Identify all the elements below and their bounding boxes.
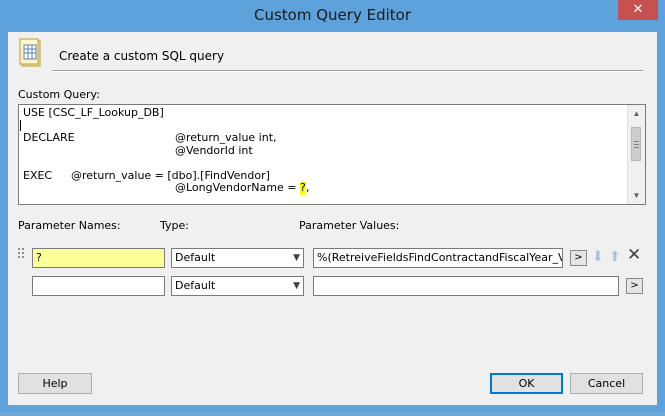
sql-script-icon (19, 38, 41, 67)
browse-value-button[interactable]: > (626, 278, 643, 294)
close-icon: ✕ (632, 2, 644, 17)
parameter-name-input[interactable]: ? (32, 248, 165, 268)
parameter-type-value: Default (175, 279, 216, 292)
parameter-name-input[interactable] (32, 276, 165, 296)
query-parameter-placeholder: ? (300, 181, 306, 195)
scroll-up-icon[interactable]: ▲ (628, 105, 645, 122)
browse-value-button[interactable]: > (570, 250, 587, 266)
close-button[interactable]: ✕ (618, 0, 658, 20)
ok-button[interactable]: OK (490, 373, 563, 394)
query-text-segment: @LongVendorName = (175, 181, 300, 194)
parameter-type-select[interactable]: Default ▼ (171, 248, 304, 268)
parameter-names-label: Parameter Names: (18, 219, 121, 232)
header-divider (52, 70, 643, 72)
custom-query-editor[interactable]: USE [CSC_LF_Lookup_DB] DECLARE @return_val… (18, 104, 646, 205)
query-text-segment: EXEC (23, 168, 53, 182)
arrow-up-icon[interactable]: ⬆ (609, 249, 621, 265)
cancel-button[interactable]: Cancel (570, 373, 643, 394)
dialog-window: Custom Query Editor ✕ Create a custom SQ… (0, 0, 665, 412)
help-button[interactable]: Help (18, 373, 92, 394)
close-icon[interactable]: ✕ (627, 247, 641, 264)
query-text-segment: USE [CSC_LF_Lookup_DB] (23, 106, 164, 119)
scroll-down-icon[interactable]: ▼ (628, 187, 645, 204)
title-bar[interactable]: Custom Query Editor ✕ (0, 0, 665, 32)
arrow-down-icon[interactable]: ⬇ (592, 249, 604, 265)
parameter-values-label: Parameter Values: (299, 219, 400, 232)
query-scrollbar[interactable]: ▲ ▼ (627, 105, 645, 204)
query-text-segment: @VendorId int (175, 143, 253, 157)
parameter-type-value: Default (175, 251, 216, 264)
parameter-value-input[interactable]: %(RetreiveFieldsFindContractandFiscalYea… (313, 248, 563, 268)
text-caret (20, 120, 21, 131)
query-text-segment: , (306, 181, 310, 194)
parameter-value-input[interactable] (313, 276, 619, 296)
chevron-down-icon: ▼ (293, 253, 300, 263)
query-text-segment: DECLARE (23, 131, 75, 144)
scroll-thumb[interactable] (631, 127, 641, 161)
parameter-type-select[interactable]: Default ▼ (171, 276, 304, 296)
custom-query-label: Custom Query: (18, 88, 100, 101)
header-text: Create a custom SQL query (59, 49, 225, 63)
dialog-content: Create a custom SQL query Custom Query: … (8, 32, 657, 405)
chevron-down-icon: ▼ (293, 281, 300, 291)
type-label: Type: (160, 219, 189, 232)
query-text-segment: @return_value int, (175, 131, 277, 144)
window-title: Custom Query Editor (254, 6, 411, 24)
drag-handle-icon[interactable] (18, 248, 26, 258)
